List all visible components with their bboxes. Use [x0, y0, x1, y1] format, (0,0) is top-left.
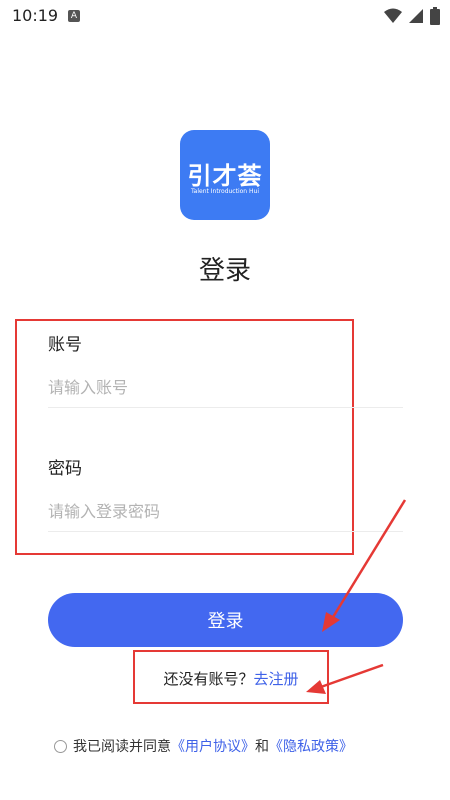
user-agreement-link[interactable]: 《用户协议》	[171, 736, 255, 756]
register-row: 还没有账号？去注册	[135, 668, 327, 689]
agreement-radio[interactable]	[54, 739, 67, 753]
register-highlight-box: 还没有账号？去注册	[133, 650, 329, 704]
page-title: 登录	[198, 256, 251, 286]
account-input[interactable]	[48, 368, 403, 408]
agreement-row: 我已阅读并同意 《用户协议》 和 《隐私政策》	[54, 736, 353, 756]
privacy-policy-link[interactable]: 《隐私政策》	[269, 736, 353, 756]
register-link[interactable]: 去注册	[254, 670, 299, 688]
password-label: 密码	[48, 459, 82, 479]
agreement-prefix: 我已阅读并同意	[73, 739, 171, 755]
signal-icon	[409, 9, 423, 23]
logo-sub-text: Talent Introduction Hui	[191, 188, 259, 195]
account-label: 账号	[48, 335, 82, 355]
password-input[interactable]	[48, 492, 403, 532]
agreement-and: 和	[255, 739, 269, 755]
logo-main-text: 引才荟	[187, 162, 263, 190]
wifi-icon	[384, 8, 402, 23]
battery-icon	[430, 7, 440, 25]
status-bar: 10:19 A	[0, 0, 450, 32]
login-button[interactable]: 登录	[48, 593, 403, 647]
register-prompt: 还没有账号？	[163, 670, 254, 688]
notification-icon: A	[68, 10, 80, 22]
status-icons	[384, 7, 440, 25]
status-time: 10:19	[12, 6, 59, 25]
app-logo: 引才荟 Talent Introduction Hui	[180, 130, 270, 220]
